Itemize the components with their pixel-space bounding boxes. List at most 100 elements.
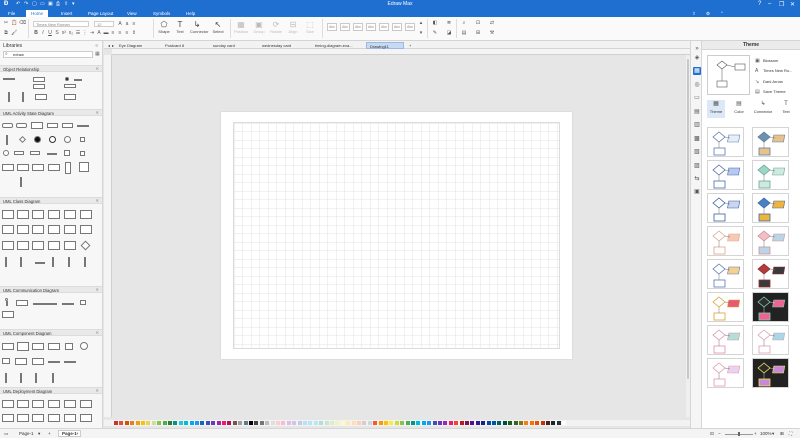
color-swatch[interactable] [373, 421, 378, 425]
underline-icon[interactable]: U [47, 30, 53, 36]
data-panel-icon[interactable]: ▣ [693, 188, 701, 196]
layers-icon[interactable]: ▤ [461, 30, 467, 36]
color-swatch[interactable] [205, 421, 210, 425]
library-menu-icon[interactable]: ▦ [95, 51, 100, 57]
color-swatch[interactable] [200, 421, 205, 425]
color-swatch[interactable] [481, 421, 486, 425]
menu-insert[interactable]: Insert [61, 11, 72, 16]
color-swatch[interactable] [297, 421, 302, 425]
theme-tab-theme[interactable]: ▦ Theme [707, 100, 725, 118]
color-swatch[interactable] [502, 421, 507, 425]
color-swatch[interactable] [492, 421, 496, 425]
color-swatch[interactable] [189, 421, 194, 425]
color-swatch[interactable] [394, 421, 399, 425]
color-swatch[interactable] [259, 421, 264, 425]
color-swatch[interactable] [389, 421, 394, 425]
align-icon[interactable]: ≡ [131, 21, 137, 27]
highlight-icon[interactable]: ▬ [103, 30, 109, 36]
tab-wednesday-card[interactable]: wednesday card [259, 42, 294, 49]
menu-page-layout[interactable]: Page Layout [88, 11, 113, 16]
font-size-select[interactable]: 12 [94, 21, 114, 27]
theme-option-arrow[interactable]: ↘ Dark Arrow [755, 79, 783, 85]
paste-icon[interactable]: 📋 [11, 20, 17, 26]
color-swatch[interactable] [546, 421, 550, 425]
clear-icon[interactable]: ⌫ [19, 20, 26, 26]
line-style-icon[interactable]: ≣ [446, 20, 452, 26]
library-search-input[interactable]: edraw [3, 51, 93, 58]
theme-tab-connector[interactable]: ↳ Connector [752, 100, 774, 118]
replace-icon[interactable]: ⇄ [489, 20, 495, 26]
behavior-panel-icon[interactable]: ⇆ [693, 175, 701, 183]
color-swatch[interactable] [249, 421, 253, 425]
text-tool-button[interactable]: T Text [173, 20, 187, 34]
close-section-icon[interactable]: ✕ [95, 66, 99, 71]
color-swatch[interactable] [303, 421, 307, 425]
comment-panel-icon[interactable]: ▩ [693, 135, 701, 143]
collapse-panel-icon[interactable]: » [693, 45, 701, 53]
color-swatch[interactable] [130, 421, 135, 425]
bold-icon[interactable]: B [33, 30, 39, 36]
color-swatch[interactable] [238, 421, 243, 425]
color-swatch[interactable] [486, 421, 491, 425]
color-swatch[interactable] [362, 421, 367, 425]
indent-icon[interactable]: ⇥ [89, 30, 95, 36]
format-painter-icon[interactable]: 🖌 [11, 30, 17, 36]
shadow-icon[interactable]: ◪ [446, 30, 452, 36]
find-icon[interactable]: ⌕ [461, 20, 467, 26]
color-swatch[interactable] [346, 421, 351, 425]
color-swatch[interactable] [292, 421, 297, 425]
zoom-out-icon[interactable]: − [718, 431, 721, 436]
theme-card[interactable] [707, 325, 744, 355]
color-swatch[interactable] [124, 421, 129, 425]
close-section-icon[interactable]: ✕ [95, 198, 99, 203]
menu-home[interactable]: Home [26, 10, 49, 17]
zoom-in-icon[interactable]: + [754, 431, 757, 436]
line-color-icon[interactable]: ✎ [432, 30, 438, 36]
color-swatch[interactable] [470, 421, 475, 425]
color-swatch[interactable] [265, 421, 270, 425]
color-swatch[interactable] [529, 421, 534, 425]
size-button[interactable]: ⬚ Size [303, 20, 317, 34]
color-swatch[interactable] [135, 421, 140, 425]
color-swatch[interactable] [232, 421, 237, 425]
color-swatch[interactable] [276, 421, 280, 425]
drawing-page[interactable] [221, 112, 572, 359]
color-swatch[interactable] [443, 421, 448, 425]
color-swatch[interactable] [286, 421, 291, 425]
color-swatch[interactable] [459, 421, 464, 425]
color-swatch[interactable] [114, 421, 118, 425]
text-align-center-icon[interactable]: ≡ [117, 30, 123, 36]
tab-sunday-card[interactable]: sunday card [210, 42, 238, 49]
close-icon[interactable]: ✕ [790, 1, 795, 8]
theme-card[interactable] [752, 160, 789, 190]
zoom-chevron-icon[interactable]: ▾ [772, 431, 774, 437]
theme-panel-icon[interactable]: ▦ [693, 67, 701, 75]
fullscreen-icon[interactable]: ⛶ [789, 431, 792, 436]
theme-card[interactable] [707, 358, 744, 388]
color-swatch[interactable] [519, 421, 523, 425]
scroll-up-icon[interactable]: ▴ [418, 20, 424, 26]
tab-postcard-8[interactable]: Postcard 8 [162, 42, 187, 49]
help-icon[interactable]: ? [758, 1, 761, 7]
shape-tool-button[interactable]: ⬠ Shape [157, 20, 171, 34]
fit-page-icon[interactable]: ⊡ [710, 431, 714, 437]
color-swatch[interactable] [562, 421, 567, 425]
cut-icon[interactable]: ✂ [3, 20, 9, 26]
image-panel-icon[interactable]: ▭ [693, 94, 701, 102]
color-swatch[interactable] [448, 421, 453, 425]
theme-card[interactable] [707, 226, 744, 256]
connector-tool-button[interactable]: ↳ Connector [190, 20, 208, 34]
color-swatch[interactable] [313, 421, 318, 425]
menu-symbols[interactable]: Symbols [153, 11, 170, 16]
color-swatch[interactable] [367, 421, 372, 425]
new-tab-icon[interactable]: + [406, 42, 414, 49]
scroll-thumb[interactable] [687, 59, 689, 379]
color-swatch[interactable] [335, 421, 340, 425]
page-layout-icon[interactable]: ▭ [4, 431, 8, 437]
close-section-icon[interactable]: ✕ [95, 110, 99, 115]
grow-font-icon[interactable]: A [117, 21, 123, 27]
position-button[interactable]: ▦ Position [234, 20, 248, 34]
italic-icon[interactable]: I [40, 30, 46, 36]
select-tool-button[interactable]: ↖ Select [211, 20, 225, 34]
color-swatch[interactable] [551, 421, 556, 425]
